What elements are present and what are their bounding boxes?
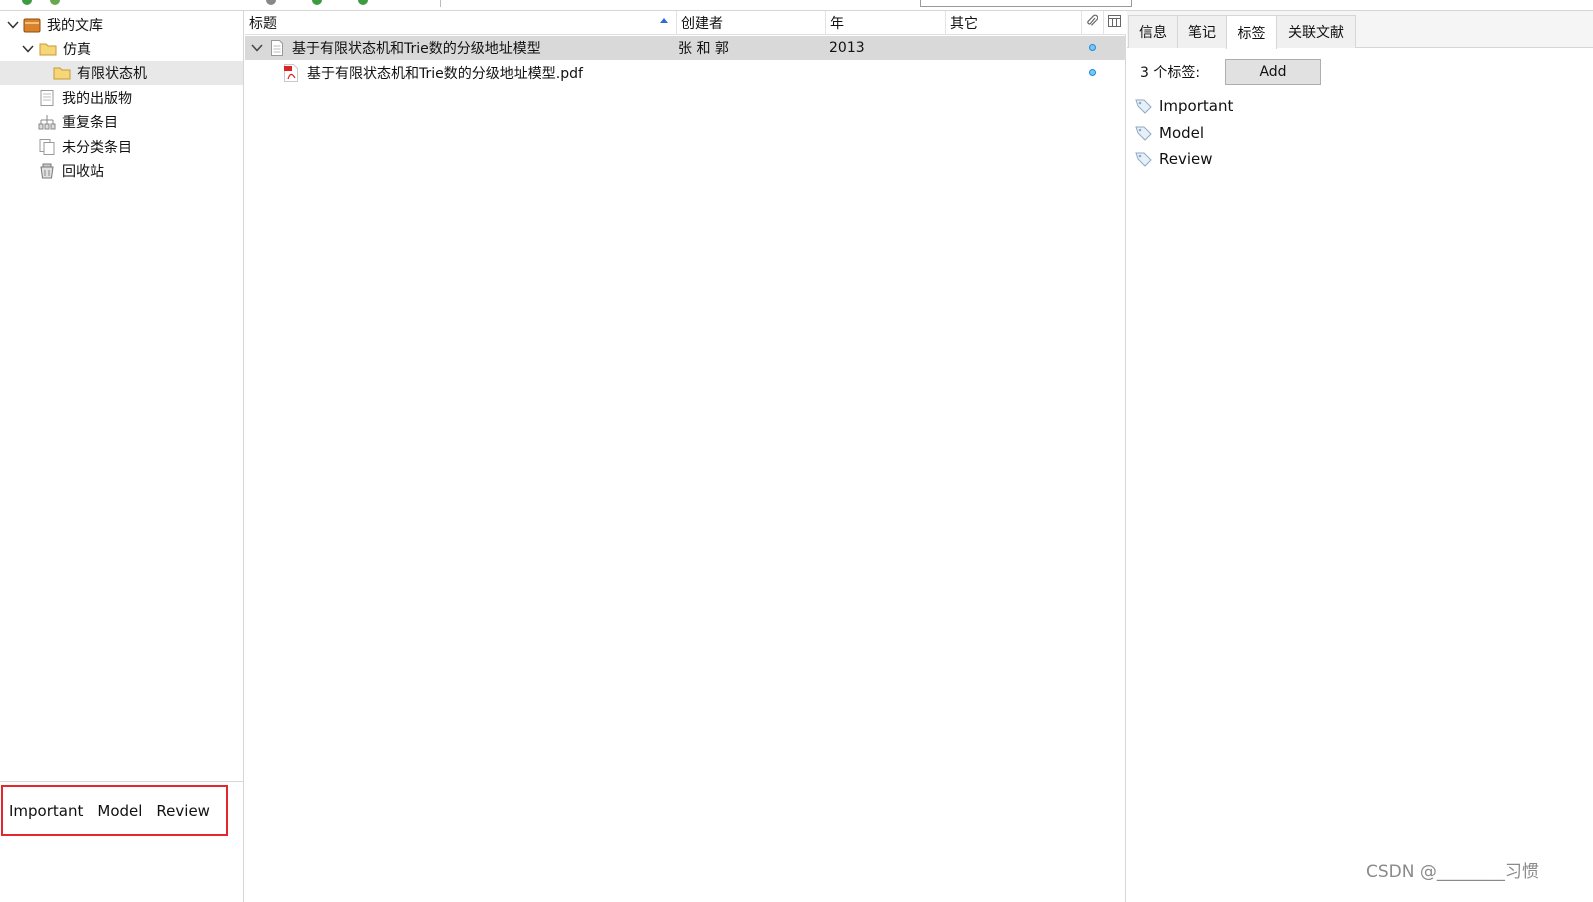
tag-selector-splitter[interactable]	[0, 781, 243, 782]
column-label: 其它	[950, 16, 978, 32]
column-label: 标题	[249, 16, 277, 32]
toolbar-separator	[440, 0, 441, 7]
tag-selector: Important Model Review	[1, 785, 228, 836]
locate-icon[interactable]	[358, 0, 368, 5]
search-input[interactable]	[920, 0, 1132, 7]
unfiled-icon	[38, 139, 56, 155]
tag-icon	[1135, 98, 1153, 114]
collections-pane: 我的文库 仿真 有限状态机 我的出版物 重复条目 未分类条目 回收站 Impor…	[0, 11, 244, 902]
column-picker[interactable]	[1104, 11, 1126, 35]
trash-icon	[38, 163, 56, 179]
tree-label: 回收站	[62, 164, 104, 180]
item-row[interactable]: 基于有限状态机和Trie数的分级地址模型.pdf	[245, 61, 1126, 85]
add-tag-button[interactable]: Add	[1225, 59, 1321, 85]
tree-label: 仿真	[63, 42, 91, 58]
attachment-icon[interactable]	[312, 0, 322, 5]
tree-label: 我的文库	[47, 18, 103, 34]
journal-article-icon	[269, 40, 285, 60]
pdf-icon	[283, 64, 299, 86]
tag-item[interactable]: Model	[1135, 122, 1204, 144]
column-label: 年	[830, 16, 844, 32]
tab-label: 关联文献	[1288, 25, 1344, 41]
tag-item[interactable]: Important	[1135, 95, 1233, 117]
column-attachments[interactable]	[1082, 11, 1104, 35]
item-pane: 信息 笔记 标签 关联文献 3 个标签: Add Important Model…	[1127, 11, 1593, 902]
column-extra[interactable]: 其它	[946, 11, 1082, 35]
chevron-down-icon[interactable]	[251, 42, 263, 54]
duplicates-icon	[38, 114, 56, 130]
tab-label: 笔记	[1188, 25, 1216, 41]
tab-tags[interactable]: 标签	[1226, 15, 1277, 49]
tag-item[interactable]: Review	[1135, 148, 1213, 170]
tree-item-collection[interactable]: 仿真	[0, 37, 243, 61]
tree-item-trash[interactable]: 回收站	[0, 159, 243, 183]
paperclip-icon	[1086, 14, 1099, 32]
column-header: 标题 创建者 年 其它	[245, 11, 1126, 35]
chevron-down-icon[interactable]	[22, 43, 34, 55]
tree-item-duplicates[interactable]: 重复条目	[0, 110, 243, 134]
chevron-down-icon[interactable]	[7, 19, 19, 31]
tag-selector-item[interactable]: Important	[9, 802, 83, 820]
item-title: 基于有限状态机和Trie数的分级地址模型	[292, 41, 541, 57]
column-label: 创建者	[681, 16, 723, 32]
folder-icon	[39, 41, 57, 57]
folder-icon	[53, 65, 71, 81]
column-year[interactable]: 年	[826, 11, 946, 35]
tag-label: Review	[1159, 150, 1213, 168]
tab-notes[interactable]: 笔记	[1177, 15, 1227, 48]
document-icon	[38, 90, 56, 106]
new-note-icon[interactable]	[266, 0, 276, 5]
tab-related[interactable]: 关联文献	[1276, 15, 1356, 48]
toolbar	[0, 0, 1593, 11]
item-pane-tabs: 信息 笔记 标签 关联文献	[1127, 11, 1593, 49]
tree-item-my-publications[interactable]: 我的出版物	[0, 86, 243, 110]
unread-indicator-icon	[1089, 44, 1096, 51]
column-picker-icon	[1108, 15, 1121, 31]
tags-count-label: 3 个标签:	[1140, 65, 1201, 81]
tree-label: 有限状态机	[77, 66, 147, 82]
column-creator[interactable]: 创建者	[677, 11, 826, 35]
tree-label: 我的出版物	[62, 91, 132, 107]
watermark: CSDN @________习惯	[1366, 862, 1539, 882]
tag-icon	[1135, 151, 1153, 167]
item-row[interactable]: 基于有限状态机和Trie数的分级地址模型 张 和 郭 2013	[245, 36, 1126, 60]
item-title: 基于有限状态机和Trie数的分级地址模型.pdf	[307, 66, 583, 82]
tab-info[interactable]: 信息	[1128, 15, 1178, 48]
tree-item-subcollection[interactable]: 有限状态机	[0, 61, 243, 85]
item-creator: 张 和 郭	[678, 41, 729, 57]
tag-label: Important	[1159, 97, 1234, 115]
tree-item-unfiled[interactable]: 未分类条目	[0, 135, 243, 159]
library-icon	[23, 17, 41, 33]
tab-label: 标签	[1237, 25, 1266, 42]
tree-label: 未分类条目	[62, 140, 132, 156]
sort-ascending-icon	[660, 18, 668, 23]
tree-label: 重复条目	[62, 115, 118, 131]
new-item-icon[interactable]	[22, 0, 32, 5]
column-title[interactable]: 标题	[245, 11, 677, 35]
tab-label: 信息	[1139, 25, 1167, 41]
tag-label: Model	[1159, 124, 1205, 142]
add-by-identifier-icon[interactable]	[50, 0, 60, 5]
tag-selector-item[interactable]: Model	[97, 802, 142, 820]
items-pane: 标题 创建者 年 其它 基于有限状态机和Trie数的分级地址模型 张 和 郭 2…	[245, 11, 1126, 902]
tag-selector-item[interactable]: Review	[156, 802, 210, 820]
tag-icon	[1135, 125, 1153, 141]
item-year: 2013	[829, 40, 865, 56]
tree-item-my-library[interactable]: 我的文库	[0, 13, 243, 37]
unread-indicator-icon	[1089, 69, 1096, 76]
